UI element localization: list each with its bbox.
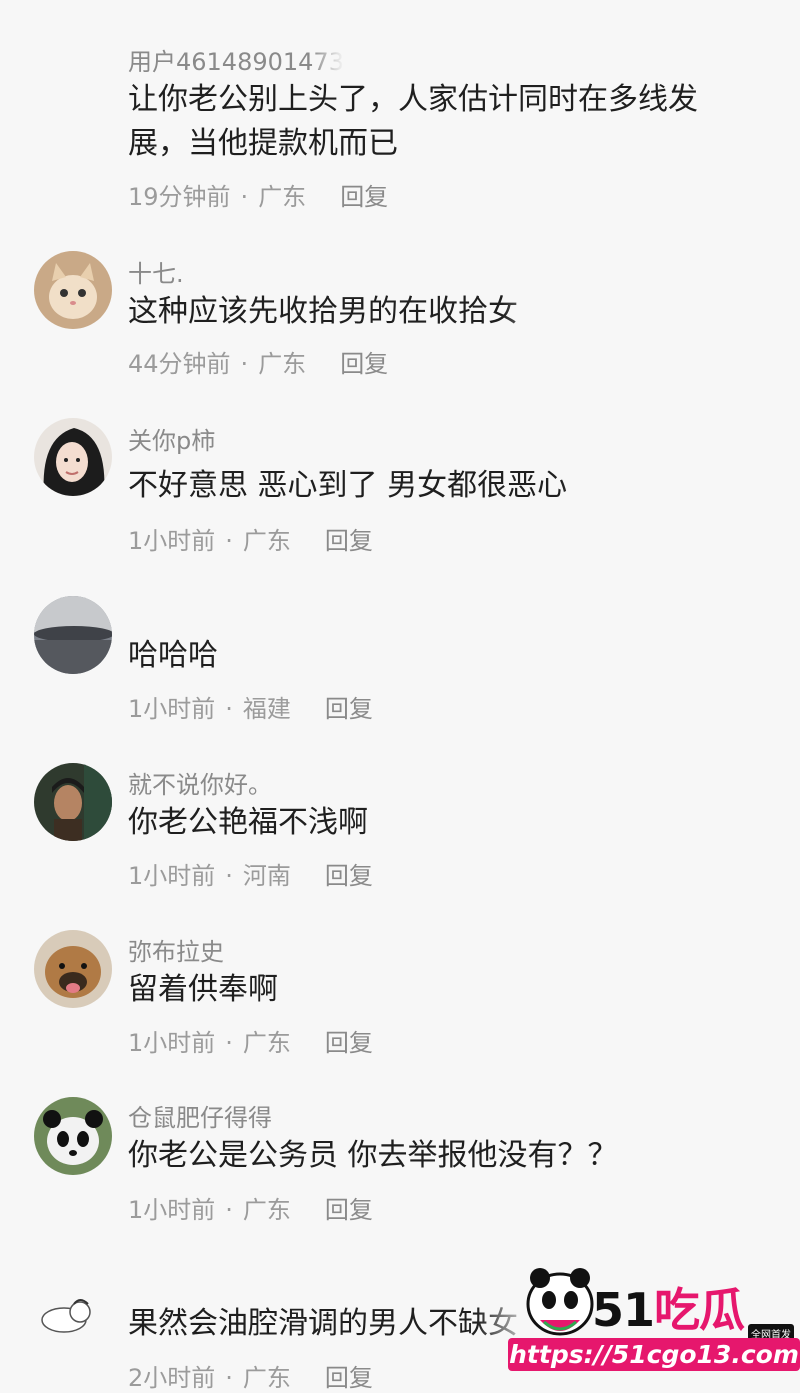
- comment-time: 2小时前: [128, 1364, 216, 1392]
- comment-time: 1小时前: [128, 1196, 216, 1224]
- reply-button[interactable]: 回复: [340, 350, 388, 378]
- reply-button[interactable]: 回复: [325, 862, 373, 890]
- comment-meta: 1小时前 · 福建 回复: [128, 689, 373, 724]
- comment-meta: 44分钟前 · 广东 回复: [128, 344, 388, 379]
- comment-meta: 1小时前 · 广东 回复: [128, 521, 373, 556]
- watermark-mascot-icon: [520, 1262, 600, 1342]
- dog-avatar[interactable]: [34, 930, 112, 1008]
- comment-time: 1小时前: [128, 695, 216, 723]
- watermark-url: https://51cgo13.com: [508, 1338, 800, 1371]
- comment-meta: 1小时前 · 广东 回复: [128, 1023, 373, 1058]
- separator-dot: ·: [225, 1029, 233, 1057]
- comment-text: 让你老公别上头了，人家估计同时在多线发展，当他提款机而已: [128, 82, 698, 161]
- separator-dot: ·: [240, 183, 249, 211]
- comment-region: 福建: [242, 695, 291, 723]
- comment-username[interactable]: 用户46148901473: [128, 42, 344, 77]
- comment-time: 1小时前: [128, 527, 216, 555]
- separator-dot: ·: [225, 1196, 233, 1224]
- separator-dot: ·: [225, 695, 233, 723]
- comment-region: 广东: [258, 350, 307, 378]
- watermark-brand: 51吃瓜: [592, 1274, 745, 1340]
- comment-time: 19分钟前: [128, 183, 231, 211]
- comment-username[interactable]: 弥布拉史: [128, 932, 224, 967]
- comment-text: 你老公艳福不浅啊: [128, 805, 368, 840]
- comment-text: 你老公是公务员 你去举报他没有？？: [128, 1138, 618, 1173]
- watermark-brand-text: 吃瓜: [654, 1283, 745, 1337]
- comment-region: 广东: [242, 527, 291, 555]
- comment-meta: 1小时前 · 河南 回复: [128, 856, 373, 891]
- comment-region: 广东: [242, 1196, 291, 1224]
- reply-button[interactable]: 回复: [325, 1364, 373, 1392]
- comment-region: 广东: [258, 183, 307, 211]
- comment-region: 广东: [242, 1364, 291, 1392]
- comment-time: 1小时前: [128, 1029, 216, 1057]
- comment-text: 果然会油腔滑调的男人不缺女: [128, 1306, 518, 1341]
- comment-meta: 1小时前 · 广东 回复: [128, 1190, 373, 1225]
- man-avatar[interactable]: [34, 763, 112, 841]
- reply-button[interactable]: 回复: [325, 1196, 373, 1224]
- comment-text: 这种应该先收拾男的在收拾女: [128, 294, 518, 329]
- comment-text: 不好意思 恶心到了 男女都很恶心: [128, 468, 568, 503]
- comment-meta: 19分钟前 · 广东 回复: [128, 177, 388, 212]
- reply-button[interactable]: 回复: [325, 527, 373, 555]
- separator-dot: ·: [240, 350, 249, 378]
- comment-username[interactable]: 关你p柿: [128, 421, 215, 456]
- comment-username[interactable]: 就不说你好。: [128, 765, 272, 800]
- reply-button[interactable]: 回复: [340, 183, 388, 211]
- comment-username[interactable]: 仓鼠肥仔得得: [128, 1098, 272, 1133]
- comment-meta: 2小时前 · 广东 回复: [128, 1358, 373, 1393]
- comment-username[interactable]: 十七.: [128, 254, 184, 289]
- comment-region: 河南: [242, 862, 291, 890]
- comment-time: 44分钟前: [128, 350, 231, 378]
- sky-avatar[interactable]: [34, 596, 112, 674]
- comment-text: 留着供奉啊: [128, 972, 278, 1007]
- reply-button[interactable]: 回复: [325, 1029, 373, 1057]
- watermark-brand-num: 51: [592, 1283, 655, 1337]
- separator-dot: ·: [225, 527, 233, 555]
- comment-region: 广东: [242, 1029, 291, 1057]
- comment-time: 1小时前: [128, 862, 216, 890]
- cartoon-avatar[interactable]: [34, 1290, 112, 1340]
- separator-dot: ·: [225, 862, 233, 890]
- comment-text: 哈哈哈: [128, 638, 218, 673]
- girl-avatar[interactable]: [34, 418, 112, 496]
- separator-dot: ·: [225, 1364, 233, 1392]
- panda-avatar[interactable]: [34, 1097, 112, 1175]
- cat-avatar[interactable]: [34, 251, 112, 329]
- reply-button[interactable]: 回复: [325, 695, 373, 723]
